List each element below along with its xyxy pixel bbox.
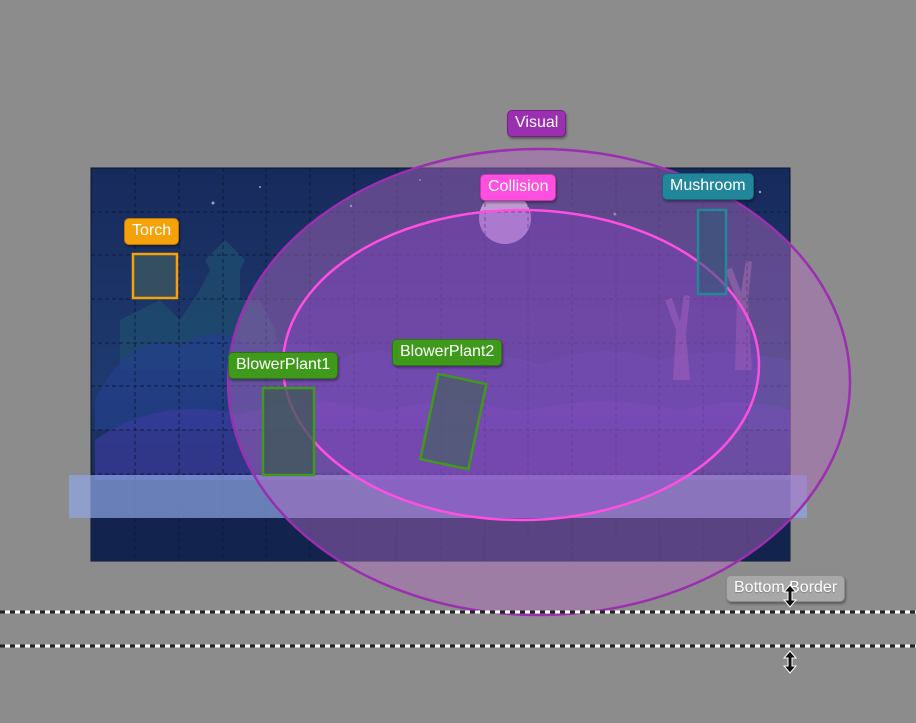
blower-plant-1-label[interactable]: BlowerPlant1 (228, 352, 339, 379)
bottom-border-guides[interactable] (0, 610, 916, 648)
visual-label[interactable]: Visual (507, 110, 567, 137)
torch-label[interactable]: Torch (124, 218, 180, 245)
blower-plant-2-label[interactable]: BlowerPlant2 (392, 339, 503, 366)
vertical-resize-icon[interactable] (782, 584, 798, 608)
blower-plant-1-box[interactable] (261, 386, 316, 477)
mushroom-box[interactable] (696, 208, 728, 296)
torch-box[interactable] (131, 252, 179, 300)
level-editor-canvas[interactable]: Visual Collision Mushroom Torch BlowerPl… (0, 0, 916, 723)
collision-label[interactable]: Collision (480, 174, 557, 201)
mushroom-label[interactable]: Mushroom (662, 173, 754, 200)
collision-ellipse[interactable] (281, 208, 761, 522)
vertical-resize-icon[interactable] (782, 650, 798, 674)
